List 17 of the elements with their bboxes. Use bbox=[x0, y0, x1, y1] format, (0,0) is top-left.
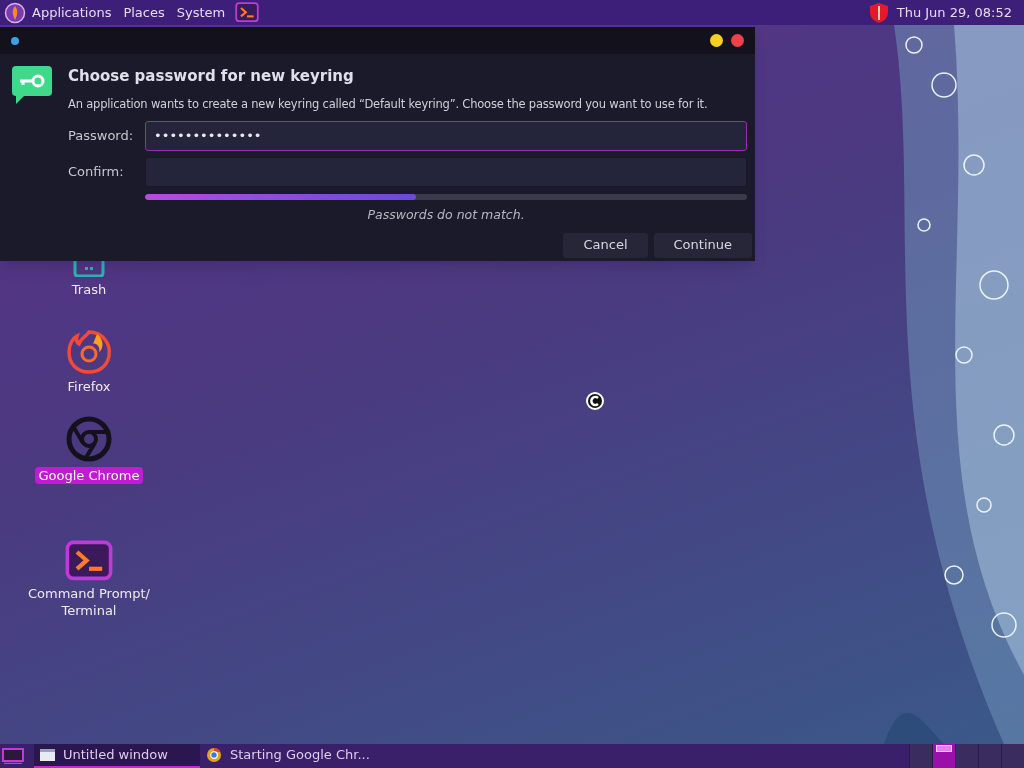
panel-menu[interactable]: Places bbox=[117, 2, 171, 23]
dialog-message: An application wants to create a new keyring called “Default keyring”. Choose the password you want to use for it. bbox=[68, 95, 709, 113]
panel-menu[interactable]: Applications bbox=[26, 2, 118, 23]
dialog-button[interactable]: Continue bbox=[653, 232, 752, 258]
icon-label[interactable]: Google Chrome bbox=[34, 467, 144, 484]
icon-label[interactable]: Firefox bbox=[63, 378, 115, 395]
error-message: Passwords do not match. bbox=[366, 205, 526, 224]
dialog-button[interactable]: Cancel bbox=[563, 232, 648, 258]
icon-label[interactable]: Trash bbox=[67, 281, 111, 298]
icon-label[interactable]: Command Prompt/ Terminal bbox=[24, 584, 154, 619]
field-label: Password: bbox=[68, 127, 134, 145]
panel-menu[interactable]: System bbox=[170, 2, 232, 23]
taskbar-task[interactable]: Untitled window bbox=[34, 744, 200, 768]
field-label: Confirm: bbox=[68, 163, 125, 181]
clock[interactable]: Thu Jun 29, 08:52 bbox=[888, 2, 1020, 23]
password-field[interactable]: •••••••••••••• bbox=[145, 120, 747, 151]
dialog-heading: Choose password for new keyring bbox=[68, 66, 355, 87]
